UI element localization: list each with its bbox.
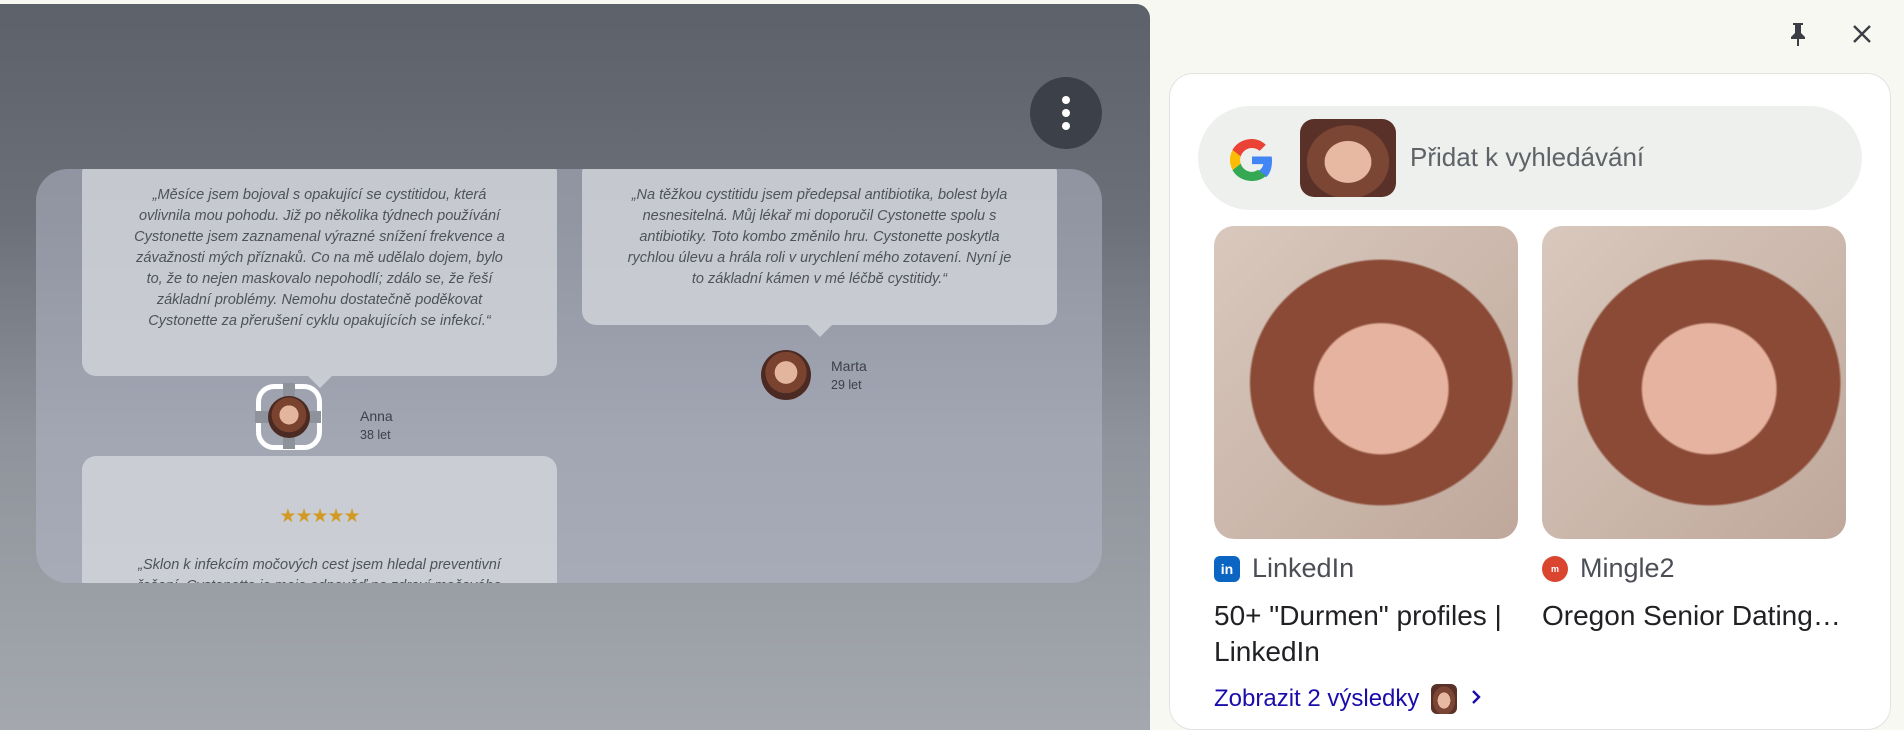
testimonials-panel: „Měsíce jsem bojoval s opakující se cyst… (36, 169, 1102, 583)
reviewer-name: Marta (831, 358, 867, 374)
dot (1062, 122, 1070, 130)
dot (1062, 109, 1070, 117)
query-image-thumbnail[interactable] (1300, 119, 1396, 197)
lens-search-bar[interactable]: Přidat k vyhledávání (1198, 106, 1862, 210)
reviewer-marta: Marta 29 let (761, 350, 867, 400)
lens-selection-frame[interactable] (255, 383, 322, 450)
search-input[interactable]: Přidat k vyhledávání (1410, 142, 1644, 173)
result-card-mingle2[interactable]: m Mingle2 Oregon Senior Dating Site, Sen… (1542, 226, 1846, 634)
selected-avatar (268, 396, 310, 438)
result-card-linkedin[interactable]: in LinkedIn 50+ "Durmen" profiles | Link… (1214, 226, 1518, 670)
testimonial-bubble-anna: „Měsíce jsem bojoval s opakující se cyst… (82, 169, 557, 376)
reviewer-name: Anna (360, 408, 393, 424)
testimonial-text: „Na těžkou cystitidu jsem předepsal anti… (627, 187, 1012, 287)
mingle2-icon: m (1542, 555, 1568, 582)
source-name: LinkedIn (1252, 553, 1355, 583)
testimonial-bubble-third: ★★★★★ „Sklon k infekcím močových cest js… (82, 456, 557, 583)
reviewer-age: 29 let (831, 378, 862, 392)
result-title[interactable]: 50+ "Durmen" profiles | LinkedIn (1214, 598, 1518, 670)
show-more-results-link[interactable]: Zobrazit 2 výsledky (1214, 684, 1483, 714)
chevron-right-icon (1469, 685, 1483, 713)
result-source: m Mingle2 (1542, 553, 1846, 584)
google-icon (1228, 136, 1276, 189)
pin-icon[interactable] (1782, 18, 1814, 50)
more-thumbnail (1431, 684, 1458, 714)
result-title[interactable]: Oregon Senior Dating Site, Senior Person… (1542, 598, 1846, 634)
dot (1062, 96, 1070, 104)
result-image[interactable] (1214, 226, 1518, 539)
linkedin-icon: in (1214, 555, 1240, 582)
bubble-tail (808, 325, 832, 337)
source-name: Mingle2 (1580, 553, 1675, 583)
result-image[interactable] (1542, 226, 1846, 539)
testimonial-bubble-marta: „Na těžkou cystitidu jsem předepsal anti… (582, 169, 1057, 325)
more-options-button[interactable] (1030, 77, 1102, 149)
reviewer-age: 38 let (360, 428, 391, 442)
testimonial-text: „Sklon k infekcím močových cest jsem hle… (138, 557, 502, 583)
rating-stars: ★★★★★ (279, 506, 360, 527)
avatar (761, 350, 811, 400)
show-more-label: Zobrazit 2 výsledky (1214, 685, 1420, 712)
web-page-overlay: „Měsíce jsem bojoval s opakující se cyst… (0, 4, 1150, 730)
close-icon[interactable] (1846, 18, 1878, 50)
testimonial-text: „Měsíce jsem bojoval s opakující se cyst… (134, 187, 505, 329)
result-source: in LinkedIn (1214, 553, 1518, 584)
reviewer-anna: Anna 38 let (340, 400, 393, 450)
lens-results-card: Přidat k vyhledávání in LinkedIn 50+ "Du… (1169, 73, 1891, 730)
